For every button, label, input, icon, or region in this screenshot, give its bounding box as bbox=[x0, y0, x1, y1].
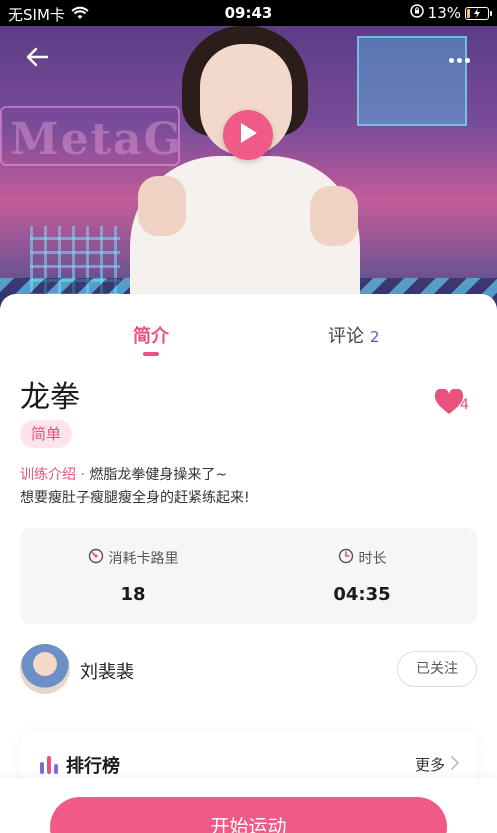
intro-separator: · bbox=[80, 467, 85, 483]
intro-label: 训练介绍 bbox=[20, 467, 76, 483]
tab-comments[interactable]: 评论 2 bbox=[328, 322, 380, 348]
back-button[interactable] bbox=[22, 44, 52, 74]
calories-label: 消耗卡路里 bbox=[108, 551, 179, 567]
intro-line-1: 燃脂龙拳健身操来了~ bbox=[89, 467, 228, 483]
instructor-image bbox=[120, 26, 370, 318]
ranking-more-label: 更多 bbox=[414, 756, 445, 774]
comment-count: 2 bbox=[370, 328, 380, 346]
status-bar: 无SIM卡 09:43 13% bbox=[0, 0, 497, 26]
detail-panel: 简介 评论 2 龙拳 4 简单 训练介绍 · 燃脂龙拳健身操来了~ 想要瘦肚子瘦腿… bbox=[0, 294, 497, 833]
more-dots-icon bbox=[448, 57, 454, 63]
orientation-lock-icon bbox=[409, 4, 424, 22]
difficulty-badge: 简单 bbox=[20, 420, 73, 448]
follow-button[interactable]: 已关注 bbox=[397, 651, 477, 687]
play-button[interactable] bbox=[223, 110, 273, 160]
workout-title: 龙拳 bbox=[20, 380, 80, 415]
arrow-left-icon bbox=[25, 47, 49, 71]
ranking-title: 排行榜 bbox=[66, 756, 120, 777]
battery-icon bbox=[465, 6, 492, 20]
video-cover[interactable]: MetaG bbox=[0, 26, 497, 318]
calories-value: 18 bbox=[120, 584, 146, 605]
start-workout-button[interactable]: 开始运动 bbox=[50, 797, 447, 833]
tab-bar: 简介 评论 2 bbox=[0, 294, 497, 366]
more-button[interactable] bbox=[443, 48, 475, 72]
calories-stat: 消耗卡路里 18 bbox=[33, 548, 233, 605]
ranking-more-link[interactable]: 更多 bbox=[415, 754, 459, 775]
chevron-right-icon bbox=[451, 755, 459, 774]
clock-icon bbox=[338, 548, 354, 568]
intro-line-2: 想要瘦肚子瘦腿瘦全身的赶紧练起来! bbox=[20, 490, 250, 506]
tab-indicator bbox=[143, 352, 159, 356]
author-row: 刘裴裴 已关注 bbox=[20, 644, 477, 696]
stats-card: 消耗卡路里 18 时长 04:35 bbox=[20, 528, 477, 624]
battery-percent: 13% bbox=[427, 4, 461, 22]
bottom-action-bar: 开始运动 bbox=[0, 778, 497, 833]
duration-label: 时长 bbox=[358, 551, 387, 567]
calorie-gauge-icon bbox=[88, 548, 104, 568]
like-count: 4 bbox=[460, 397, 469, 413]
tab-intro[interactable]: 简介 bbox=[133, 322, 169, 348]
ranking-bars-icon bbox=[40, 756, 60, 774]
avatar[interactable] bbox=[20, 644, 70, 694]
author-name[interactable]: 刘裴裴 bbox=[80, 658, 134, 684]
training-intro: 训练介绍 · 燃脂龙拳健身操来了~ 想要瘦肚子瘦腿瘦全身的赶紧练起来! bbox=[20, 464, 480, 510]
duration-value: 04:35 bbox=[333, 584, 391, 605]
tab-comments-label: 评论 bbox=[328, 326, 364, 347]
like-button[interactable]: 4 bbox=[434, 388, 474, 419]
play-icon bbox=[238, 122, 258, 148]
duration-stat: 时长 04:35 bbox=[262, 548, 462, 605]
